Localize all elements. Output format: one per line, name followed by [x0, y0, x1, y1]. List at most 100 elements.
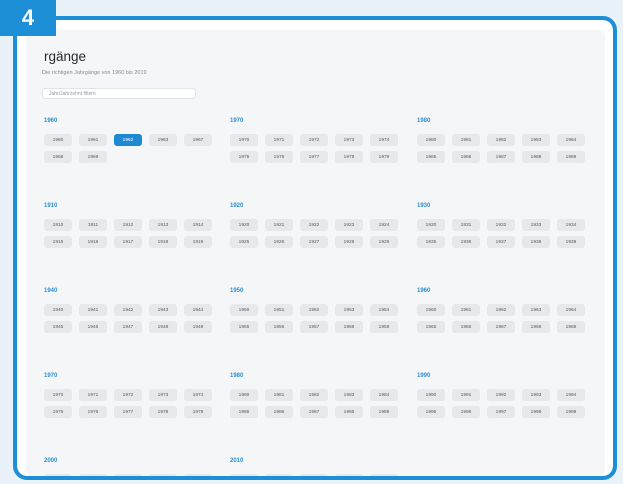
year-button[interactable]: 1990	[417, 389, 445, 401]
year-button[interactable]: 1983	[335, 389, 363, 401]
year-button[interactable]: 1948	[149, 321, 177, 333]
year-button[interactable]: 1941	[79, 304, 107, 316]
year-button[interactable]: 1971	[79, 389, 107, 401]
year-button[interactable]: 1989	[557, 151, 585, 163]
year-button[interactable]: 2010	[230, 474, 258, 476]
year-button[interactable]: 1943	[149, 304, 177, 316]
year-button[interactable]: 1989	[370, 406, 398, 418]
year-button[interactable]: 1966	[452, 321, 480, 333]
year-button[interactable]: 2000	[44, 474, 72, 476]
year-button[interactable]: 1945	[44, 321, 72, 333]
year-button[interactable]: 1932	[487, 219, 515, 231]
year-button[interactable]: 1985	[417, 151, 445, 163]
year-button[interactable]: 1985	[230, 406, 258, 418]
year-button[interactable]: 1997	[487, 406, 515, 418]
year-button[interactable]: 1954	[370, 304, 398, 316]
year-button[interactable]: 1974	[184, 389, 212, 401]
year-button[interactable]: 1983	[522, 134, 550, 146]
year-button[interactable]: 1968	[522, 321, 550, 333]
year-button[interactable]: 1972	[300, 134, 328, 146]
year-button[interactable]: 1949	[184, 321, 212, 333]
year-button[interactable]: 1956	[265, 321, 293, 333]
year-button[interactable]: 1961	[452, 304, 480, 316]
year-button[interactable]: 1947	[114, 321, 142, 333]
year-button[interactable]: 1988	[335, 406, 363, 418]
year-button[interactable]: 1910	[44, 219, 72, 231]
year-button[interactable]: 1957	[300, 321, 328, 333]
year-button[interactable]: 1962	[114, 134, 142, 146]
year-button[interactable]: 1936	[452, 236, 480, 248]
year-button[interactable]: 2012	[300, 474, 328, 476]
year-button[interactable]: 1978	[149, 406, 177, 418]
year-button[interactable]: 1955	[230, 321, 258, 333]
year-button[interactable]: 1926	[265, 236, 293, 248]
year-button[interactable]: 1968	[44, 151, 72, 163]
year-button[interactable]: 1970	[44, 389, 72, 401]
year-button[interactable]: 1967	[487, 321, 515, 333]
year-button[interactable]: 1986	[265, 406, 293, 418]
year-button[interactable]: 1996	[452, 406, 480, 418]
year-button[interactable]: 1987	[487, 151, 515, 163]
year-button[interactable]: 1925	[230, 236, 258, 248]
year-button[interactable]: 1975	[230, 151, 258, 163]
year-button[interactable]: 2004	[184, 474, 212, 476]
year-button[interactable]: 1977	[114, 406, 142, 418]
year-button[interactable]: 1953	[335, 304, 363, 316]
year-button[interactable]: 1980	[230, 389, 258, 401]
year-button[interactable]: 1942	[114, 304, 142, 316]
year-button[interactable]: 1951	[265, 304, 293, 316]
year-button[interactable]: 1939	[557, 236, 585, 248]
year-button[interactable]: 1980	[417, 134, 445, 146]
year-button[interactable]: 1988	[522, 151, 550, 163]
year-button[interactable]: 1928	[335, 236, 363, 248]
year-button[interactable]: 1923	[335, 219, 363, 231]
year-button[interactable]: 1962	[487, 304, 515, 316]
year-button[interactable]: 1981	[265, 389, 293, 401]
year-button[interactable]: 1937	[487, 236, 515, 248]
year-button[interactable]: 1969	[79, 151, 107, 163]
year-button[interactable]: 1934	[557, 219, 585, 231]
year-button[interactable]: 1946	[79, 321, 107, 333]
year-button[interactable]: 1984	[370, 389, 398, 401]
year-button[interactable]: 1981	[452, 134, 480, 146]
year-button[interactable]: 1933	[522, 219, 550, 231]
year-button[interactable]: 1952	[300, 304, 328, 316]
year-button[interactable]: 1964	[557, 304, 585, 316]
year-button[interactable]: 1958	[335, 321, 363, 333]
year-button[interactable]: 1978	[335, 151, 363, 163]
year-button[interactable]: 1992	[487, 389, 515, 401]
year-button[interactable]: 1994	[557, 389, 585, 401]
year-button[interactable]: 1929	[370, 236, 398, 248]
year-button[interactable]: 1917	[114, 236, 142, 248]
year-button[interactable]: 1915	[44, 236, 72, 248]
year-button[interactable]: 1912	[114, 219, 142, 231]
year-button[interactable]: 1982	[300, 389, 328, 401]
year-button[interactable]: 1922	[300, 219, 328, 231]
year-button[interactable]: 2001	[79, 474, 107, 476]
year-button[interactable]: 1961	[79, 134, 107, 146]
year-button[interactable]: 1960	[44, 134, 72, 146]
year-button[interactable]: 1931	[452, 219, 480, 231]
year-button[interactable]: 1972	[114, 389, 142, 401]
year-button[interactable]: 1979	[184, 406, 212, 418]
year-button[interactable]: 2014	[370, 474, 398, 476]
year-button[interactable]: 1991	[452, 389, 480, 401]
year-button[interactable]: 2011	[265, 474, 293, 476]
year-button[interactable]: 1944	[184, 304, 212, 316]
year-button[interactable]: 1977	[300, 151, 328, 163]
year-button[interactable]: 1971	[265, 134, 293, 146]
year-button[interactable]: 1984	[557, 134, 585, 146]
year-button[interactable]: 1916	[79, 236, 107, 248]
year-button[interactable]: 1979	[370, 151, 398, 163]
year-button[interactable]: 1919	[184, 236, 212, 248]
year-button[interactable]: 1930	[417, 219, 445, 231]
year-button[interactable]: 1976	[265, 151, 293, 163]
year-button[interactable]: 1924	[370, 219, 398, 231]
year-button[interactable]: 1914	[184, 219, 212, 231]
year-button[interactable]: 1967	[184, 134, 212, 146]
year-button[interactable]: 1911	[79, 219, 107, 231]
year-button[interactable]: 1973	[335, 134, 363, 146]
year-button[interactable]: 1935	[417, 236, 445, 248]
year-button[interactable]: 2003	[149, 474, 177, 476]
year-button[interactable]: 1959	[370, 321, 398, 333]
